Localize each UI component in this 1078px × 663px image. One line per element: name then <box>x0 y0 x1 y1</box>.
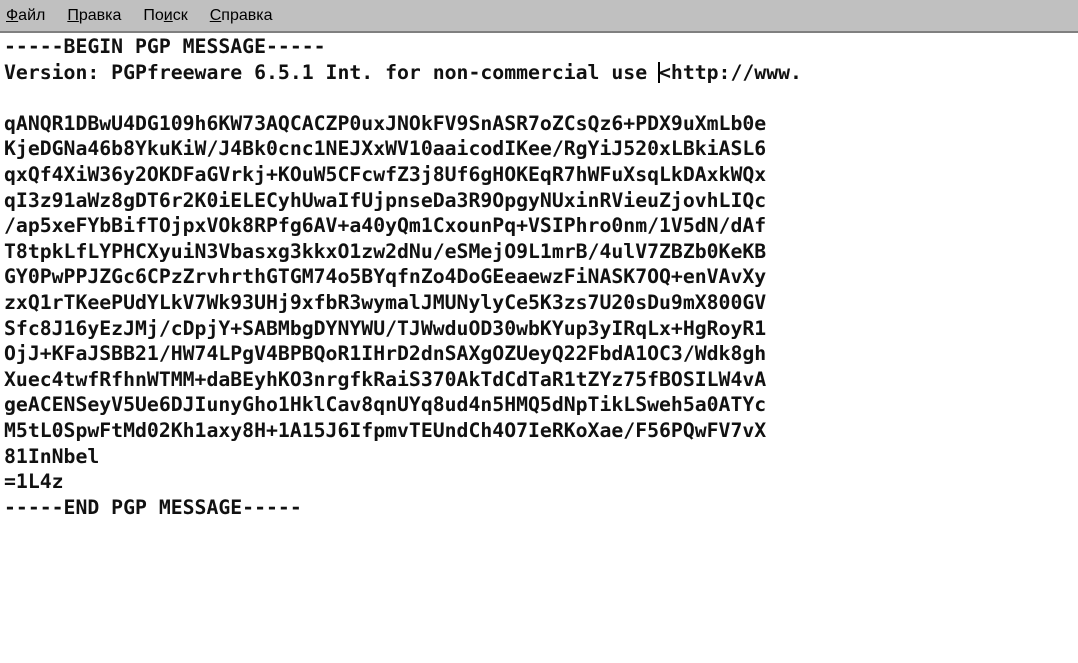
text-line: OjJ+KFaJSBB21/HW74LPgV4BPBQoR1IHrD2dnSAX… <box>4 342 767 366</box>
menu-file-accel: Ф <box>6 6 19 24</box>
menu-edit-rest: равка <box>78 6 122 24</box>
text-line: Xuec4twfRfhnWTMM+daBEyhKO3nrgfkRaiS370Ak… <box>4 367 767 391</box>
text-line: Sfc8J16yEzJMj/cDpjY+SABMbgDYNYWU/TJWwduO… <box>4 316 767 340</box>
menu-edit-accel: П <box>67 6 79 24</box>
text-line: /ap5xeFYbBifTOjpxVOk8RPfg6AV+a40yQm1Cxou… <box>4 214 767 238</box>
menu-edit[interactable]: Правка <box>67 5 121 27</box>
menu-help[interactable]: Справка <box>210 5 273 27</box>
text-line: M5tL0SpwFtMd02Kh1axy8H+1A15J6IfpmvTEUndC… <box>4 418 767 442</box>
text-line: KjeDGNa46b8YkuKiW/J4Bk0cnc1NEJXxWV10aaic… <box>4 137 767 161</box>
text-line: geACENSeyV5Ue6DJIunyGho1HklCav8qnUYq8ud4… <box>4 393 767 417</box>
text-line: 81InNbel <box>4 444 100 468</box>
menu-bar: Файл Правка Поиск Справка <box>0 0 1078 33</box>
menu-help-rest: правка <box>221 6 273 24</box>
text-line: zxQ1rTKeePUdYLkV7Wk93UHj9xfbR3wymalJMUNy… <box>4 290 767 314</box>
text-line: qxQf4XiW36y2OKDFaGVrkj+KOuW5CFcwfZ3j8Uf6… <box>4 162 767 186</box>
text-line: qI3z91aWz8gDT6r2K0iELECyhUwaIfUjpnseDa3R… <box>4 188 767 212</box>
menu-search-pre: По <box>143 6 164 24</box>
text-line: -----END PGP MESSAGE----- <box>4 495 302 519</box>
text-line-after-caret: <http://www. <box>659 60 802 84</box>
menu-search[interactable]: Поиск <box>143 5 187 27</box>
text-editor-window: Файл Правка Поиск Справка -----BEGIN PGP… <box>0 0 1078 663</box>
text-area[interactable]: -----BEGIN PGP MESSAGE----- Version: PGP… <box>0 33 1078 663</box>
text-line: T8tpkLfLYPHCXyuiN3Vbasxg3kkxO1zw2dNu/eSM… <box>4 239 767 263</box>
text-line-with-caret: Version: PGPfreeware 6.5.1 Int. for non-… <box>4 60 1078 86</box>
menu-file[interactable]: Файл <box>6 5 45 27</box>
text-line: -----BEGIN PGP MESSAGE----- <box>4 35 326 58</box>
text-line: =1L4z <box>4 470 64 494</box>
text-line <box>4 85 1078 111</box>
text-line-before-caret: Version: PGPfreeware 6.5.1 Int. for non-… <box>4 60 660 84</box>
text-line: GY0PwPPJZGc6CPzZrvhrthGTGM74o5BYqfnZo4Do… <box>4 265 767 289</box>
menu-search-accel: и <box>163 6 173 24</box>
menu-file-rest: айл <box>18 6 46 24</box>
menu-help-accel: С <box>209 6 222 24</box>
text-line: qANQR1DBwU4DG109h6KW73AQCACZP0uxJNOkFV9S… <box>4 111 767 135</box>
menu-search-rest: ск <box>172 6 188 24</box>
text-line <box>4 520 1078 546</box>
